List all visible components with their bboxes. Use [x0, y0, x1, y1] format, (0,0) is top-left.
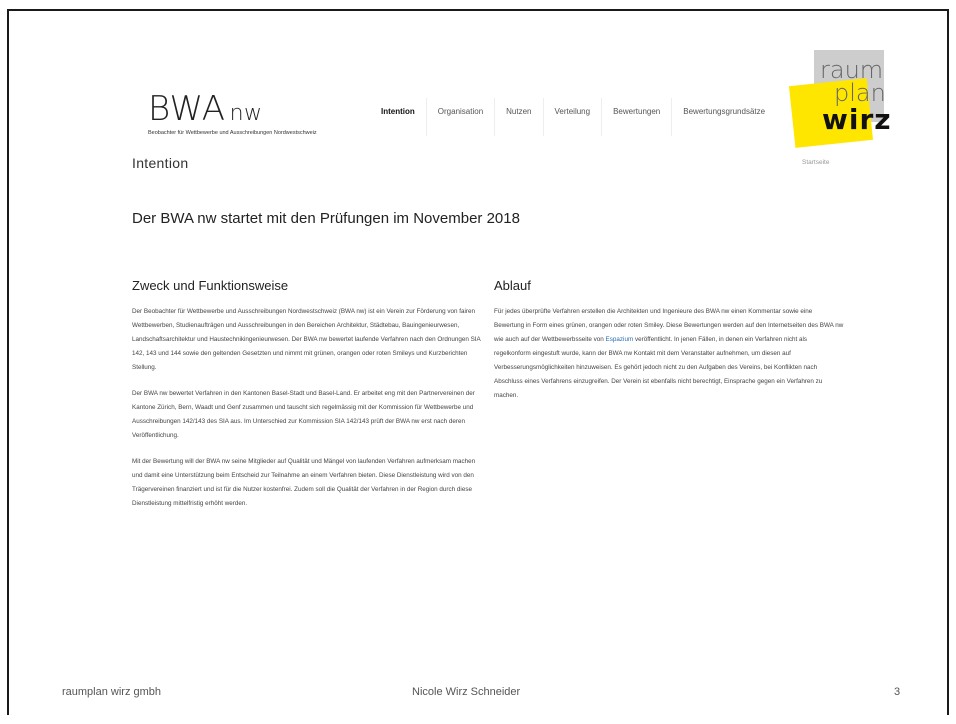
page-title: Intention: [132, 155, 189, 171]
breadcrumb-home-link[interactable]: Startseite: [802, 159, 829, 166]
footer-author: Nicole Wirz Schneider: [412, 686, 521, 698]
section-heading: Zweck und Funktionsweise: [132, 278, 289, 293]
logo-word-wirz: wirz: [822, 103, 892, 136]
raumplan-wirz-logo: raum plan wirz: [788, 50, 902, 150]
page-headline: Der BWA nw startet mit den Prüfungen im …: [132, 210, 520, 227]
espazium-link[interactable]: Espazium: [606, 336, 634, 343]
main-nav: Intention Organisation Nutzen Verteilung…: [370, 98, 776, 136]
footer-company: raumplan wirz gmbh: [62, 686, 162, 698]
nav-item-bewertungsgrundsaetze[interactable]: Bewertungsgrundsätze: [672, 98, 776, 136]
paragraph: Der Beobachter für Wettbewerbe und Aussc…: [132, 308, 481, 371]
paragraph: Mit der Bewertung will der BWA nw seine …: [132, 458, 476, 507]
logo-suffix: nw: [229, 101, 263, 126]
section-heading: Ablauf: [494, 278, 531, 293]
section-zweck: Zweck und Funktionsweise Der Beobachter …: [132, 278, 482, 523]
nav-item-nutzen[interactable]: Nutzen: [495, 98, 544, 136]
footer-page-number: 3: [894, 686, 901, 698]
logo-subtitle: Beobachter für Wettbewerbe und Ausschrei…: [148, 130, 317, 136]
section-ablauf: Ablauf Für jedes überprüfte Verfahren er…: [494, 278, 844, 415]
nav-item-organisation[interactable]: Organisation: [427, 98, 496, 136]
nav-item-intention[interactable]: Intention: [370, 98, 427, 136]
paragraph-text: veröffentlicht. In jenen Fällen, in dene…: [494, 336, 823, 399]
logo-text: BWA: [148, 89, 226, 129]
logo-word-plan: plan: [834, 79, 886, 107]
paragraph: Der BWA nw bewertet Verfahren in den Kan…: [132, 390, 475, 439]
nav-item-bewertungen[interactable]: Bewertungen: [602, 98, 673, 136]
nav-item-verteilung[interactable]: Verteilung: [544, 98, 603, 136]
bwa-logo[interactable]: BWA nw: [148, 92, 263, 126]
paragraph: Für jedes überprüfte Verfahren erstellen…: [494, 305, 844, 403]
